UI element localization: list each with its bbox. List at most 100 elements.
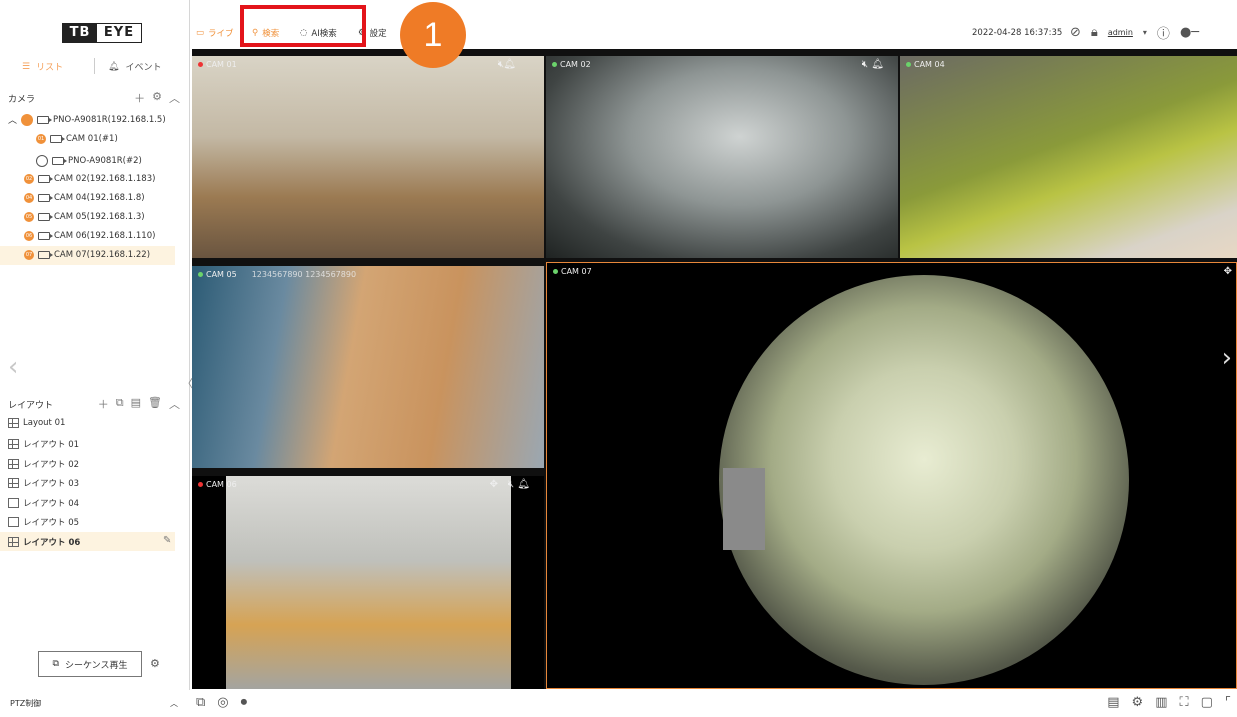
camera-name: CAM 02: [560, 60, 591, 69]
tab-list[interactable]: ☰ リスト: [22, 60, 63, 74]
tree-item-cam07[interactable]: 07 CAM 07(192.168.1.22): [24, 250, 150, 260]
layout-item-label: レイアウト 02: [23, 460, 80, 470]
dropdown-arrow-icon[interactable]: ▾: [1143, 28, 1147, 37]
camera-number-badge: 02: [24, 174, 34, 184]
recording-dot-icon: [198, 62, 203, 67]
sidebar-tabs: ☰ リスト 🔔︎ イベント: [0, 56, 190, 78]
fullscreen-icon[interactable]: ⌜: [1225, 695, 1231, 710]
sequence-playback-button[interactable]: ⧉ シーケンス再生: [38, 651, 142, 677]
layout-item-label: Layout 01: [23, 418, 66, 428]
next-page-icon[interactable]: ›: [1222, 343, 1232, 373]
lock-icon[interactable]: 🔒︎: [1091, 25, 1098, 40]
camera-label: CAM 04: [906, 60, 945, 69]
alarm-icon[interactable]: 🔔︎: [871, 59, 884, 70]
highlight-box: [240, 5, 366, 47]
layout-aspect-icon[interactable]: ▢: [1201, 695, 1213, 710]
camera-settings-icon[interactable]: ⚙: [152, 90, 162, 106]
monitor-icon: ▭: [196, 28, 205, 38]
tree-item-cam01[interactable]: 01 CAM 01(#1): [36, 134, 118, 144]
layout-item-label: レイアウト 04: [23, 499, 80, 509]
collapse-sidebar-icon[interactable]: ‹: [8, 352, 18, 382]
camera-name: CAM 07: [561, 267, 592, 276]
snapshot-icon[interactable]: ◎: [217, 695, 228, 710]
tree-item-label: CAM 01(#1): [66, 134, 118, 144]
collapse-layout-icon[interactable]: ︿: [169, 396, 180, 412]
save-layout-icon[interactable]: ▤: [131, 396, 141, 412]
camera-icon: [37, 115, 53, 124]
logo-part-2: EYE: [97, 24, 141, 42]
camera-tile-01[interactable]: CAM 01 🔇︎ 🔔︎: [192, 56, 544, 258]
camera-icon: [38, 175, 53, 183]
layout-item[interactable]: レイアウト 01: [8, 438, 79, 450]
help-icon[interactable]: ⓘ: [1157, 23, 1170, 42]
popup-window-icon[interactable]: ⧉: [196, 695, 205, 710]
ptz-control-bar[interactable]: PTZ制御 ︿: [0, 690, 190, 717]
camera-label: CAM 07: [553, 267, 592, 276]
add-layout-icon[interactable]: ＋: [98, 396, 109, 412]
camera-tile-06[interactable]: CAM 06 ✥ 🔇︎ 🔔︎: [192, 476, 544, 689]
menu-live[interactable]: ▭ ライブ: [196, 27, 234, 39]
layout-grid-icon: [8, 537, 19, 547]
user-dropdown[interactable]: admin: [1108, 28, 1133, 37]
status-dot-icon: [21, 113, 34, 126]
alarm-icon[interactable]: 🔔︎: [503, 59, 516, 70]
camera-icon: [38, 213, 53, 221]
layout-item-label: レイアウト 06: [23, 538, 81, 548]
delete-layout-icon[interactable]: 🗑︎: [148, 396, 162, 412]
record-icon[interactable]: ⏺: [241, 695, 248, 710]
power-icon[interactable]: ●─: [1180, 25, 1199, 40]
menu-live-label: ライブ: [208, 29, 234, 39]
mute-icon[interactable]: 🔇︎: [508, 479, 514, 490]
copy-layout-icon[interactable]: ⧉: [116, 396, 124, 412]
statistics-icon[interactable]: ▥: [1155, 695, 1167, 710]
camera-label: CAM 01: [198, 60, 237, 69]
tree-item-label: CAM 06(192.168.1.110): [54, 231, 156, 241]
layout-item[interactable]: レイアウト 02: [8, 458, 79, 470]
tab-event[interactable]: 🔔︎ イベント: [108, 60, 162, 74]
move-icon[interactable]: ✥: [1224, 266, 1232, 277]
camera-tile-04[interactable]: CAM 04: [900, 56, 1237, 258]
tab-divider: [94, 58, 95, 74]
mute-icon[interactable]: 🔇︎: [862, 59, 868, 70]
layout-item-selected[interactable]: レイアウト 06: [8, 536, 80, 548]
tree-item-cam05[interactable]: 05 CAM 05(192.168.1.3): [24, 212, 145, 222]
layout-item-label: レイアウト 01: [23, 440, 80, 450]
camera-feed: [546, 56, 898, 258]
camera-feed: [192, 266, 544, 468]
layout-item[interactable]: Layout 01: [8, 418, 65, 428]
camera-label: CAM 02: [552, 60, 591, 69]
tree-item-cam-channel2[interactable]: PNO-A9081R(#2): [36, 155, 142, 167]
layout-item[interactable]: レイアウト 03: [8, 477, 79, 489]
fit-all-icon[interactable]: ⛶: [1180, 695, 1189, 710]
tree-item-label: PNO-A9081R(192.168.1.5): [53, 114, 166, 125]
layout-item[interactable]: レイアウト 04: [8, 497, 79, 509]
camera-tile-02[interactable]: CAM 02 🔇︎ 🔔︎: [546, 56, 898, 258]
osd-icon[interactable]: ▤: [1107, 695, 1119, 710]
notification-off-icon[interactable]: ⊘: [1070, 25, 1081, 40]
camera-tile-05[interactable]: CAM 05 1234567890 1234567890: [192, 266, 544, 468]
move-icon[interactable]: ✥: [490, 479, 498, 490]
sequence-settings-icon[interactable]: ⚙: [150, 657, 160, 670]
layout-single-icon: [8, 498, 19, 508]
add-camera-icon[interactable]: ＋: [134, 90, 145, 106]
camera-number-badge: 04: [24, 193, 34, 203]
tree-item-cam02[interactable]: 02 CAM 02(192.168.1.183): [24, 174, 155, 184]
collapse-camera-icon[interactable]: ︿: [169, 90, 180, 106]
empty-status-icon: [36, 155, 48, 167]
layout-item[interactable]: レイアウト 05: [8, 516, 79, 528]
tree-item-cam06[interactable]: 06 CAM 06(192.168.1.110): [24, 231, 155, 241]
bell-icon: 🔔︎: [108, 61, 120, 72]
camera-name: CAM 04: [914, 60, 945, 69]
edit-pencil-icon[interactable]: ✎: [163, 535, 171, 546]
tree-item-nvr[interactable]: ︿ PNO-A9081R(192.168.1.5): [8, 113, 166, 126]
tree-item-cam04[interactable]: 04 CAM 04(192.168.1.8): [24, 193, 145, 203]
camera-icon: [38, 251, 53, 259]
layout-grid-icon: [8, 478, 19, 488]
tab-event-label: イベント: [125, 63, 162, 73]
camera-tile-07-selected[interactable]: CAM 07 ✥ ›: [546, 262, 1237, 689]
layout-item-label: レイアウト 05: [23, 518, 80, 528]
alarm-icon[interactable]: 🔔︎: [517, 479, 530, 490]
camera-label: CAM 06: [198, 480, 237, 489]
live-dot-icon: [906, 62, 911, 67]
camera-settings-icon[interactable]: ⚙: [1132, 695, 1144, 710]
